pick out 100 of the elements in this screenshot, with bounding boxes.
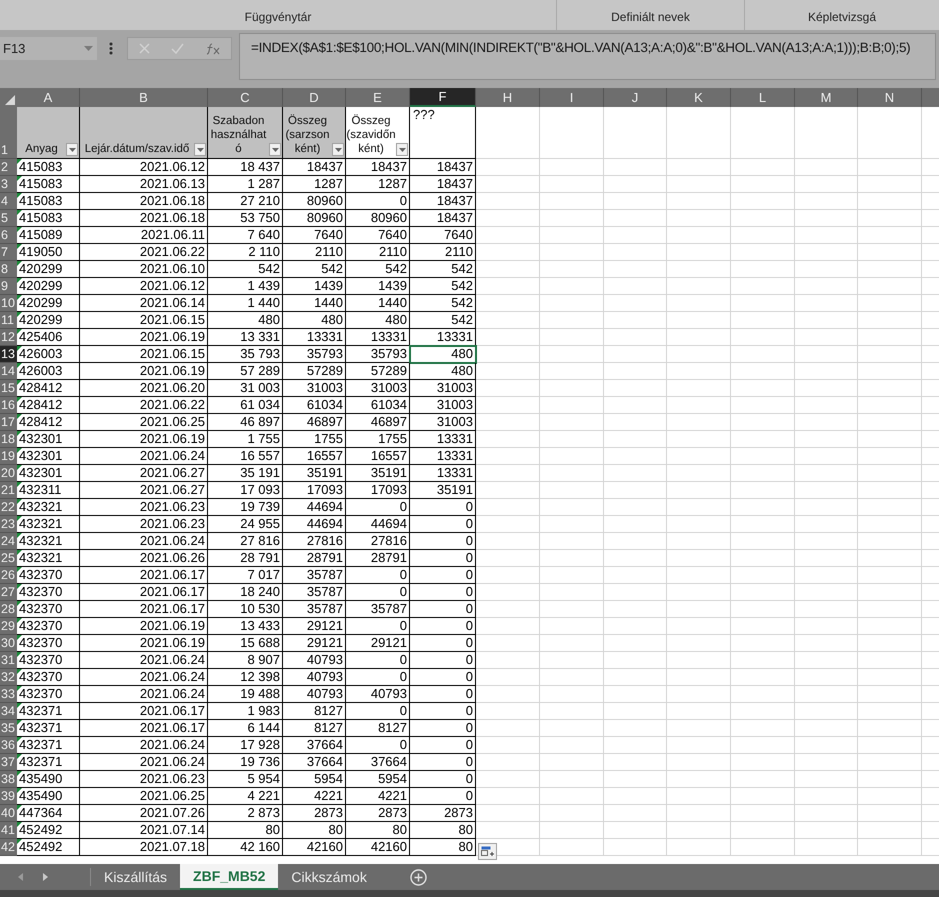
table-cell[interactable]: 37664	[283, 754, 346, 771]
filter-dropdown-button[interactable]	[66, 143, 78, 156]
table-cell[interactable]	[858, 499, 922, 516]
table-cell[interactable]: 18 437	[208, 159, 283, 176]
row-header[interactable]: 25	[0, 550, 17, 567]
scroll-left-icon[interactable]	[18, 873, 23, 881]
table-cell[interactable]: 542	[346, 261, 410, 278]
row-header[interactable]: 6	[0, 227, 17, 244]
table-cell[interactable]: 0	[346, 703, 410, 720]
table-cell[interactable]: 2873	[283, 805, 346, 822]
table-cell[interactable]	[858, 618, 922, 635]
table-cell[interactable]	[731, 686, 795, 703]
table-cell[interactable]: 0	[346, 618, 410, 635]
checkmark-icon[interactable]	[170, 43, 184, 54]
table-cell[interactable]	[731, 397, 795, 414]
table-cell[interactable]	[667, 482, 731, 499]
table-cell[interactable]: 35191	[410, 482, 476, 499]
table-cell[interactable]	[731, 516, 795, 533]
table-cell[interactable]: 2110	[283, 244, 346, 261]
table-cell[interactable]	[540, 261, 604, 278]
table-cell[interactable]	[604, 107, 667, 159]
table-cell[interactable]	[476, 737, 540, 754]
table-cell[interactable]: 2021.06.24	[80, 533, 208, 550]
table-cell[interactable]	[540, 686, 604, 703]
table-cell[interactable]	[604, 329, 667, 346]
table-cell[interactable]	[604, 261, 667, 278]
table-cell[interactable]	[667, 244, 731, 261]
table-cell[interactable]	[667, 159, 731, 176]
table-cell[interactable]	[604, 312, 667, 329]
table-cell[interactable]: 27816	[346, 533, 410, 550]
table-cell[interactable]	[540, 737, 604, 754]
row-header[interactable]: 33	[0, 686, 17, 703]
table-cell[interactable]	[795, 601, 858, 618]
table-cell[interactable]: 80	[410, 822, 476, 839]
table-cell[interactable]	[858, 720, 922, 737]
scroll-right-icon[interactable]	[43, 873, 48, 881]
table-cell[interactable]	[476, 380, 540, 397]
table-cell[interactable]	[604, 839, 667, 856]
table-cell[interactable]	[858, 737, 922, 754]
table-cell[interactable]: 42160	[346, 839, 410, 856]
table-cell[interactable]	[731, 346, 795, 363]
table-cell[interactable]	[795, 652, 858, 669]
paste-options-icon[interactable]	[478, 843, 497, 860]
table-cell[interactable]: 2021.06.24	[80, 737, 208, 754]
table-cell[interactable]: 2021.06.19	[80, 635, 208, 652]
table-cell[interactable]	[731, 176, 795, 193]
table-cell[interactable]: 0	[346, 584, 410, 601]
table-cell[interactable]	[540, 720, 604, 737]
table-cell[interactable]: 0	[410, 533, 476, 550]
table-cell[interactable]: 0	[410, 499, 476, 516]
insert-function-icon[interactable]	[204, 42, 220, 54]
table-cell[interactable]	[667, 703, 731, 720]
table-cell[interactable]	[476, 482, 540, 499]
table-cell[interactable]	[476, 107, 540, 159]
table-cell[interactable]: 2021.06.18	[80, 193, 208, 210]
table-cell[interactable]	[476, 499, 540, 516]
table-cell[interactable]: 2021.06.24	[80, 448, 208, 465]
table-cell[interactable]	[858, 363, 922, 380]
table-cell[interactable]	[795, 397, 858, 414]
table-cell[interactable]	[667, 363, 731, 380]
table-cell[interactable]	[667, 261, 731, 278]
table-cell[interactable]: 8127	[346, 720, 410, 737]
row-header[interactable]: 12	[0, 329, 17, 346]
table-cell[interactable]: 432371	[17, 737, 80, 754]
table-cell[interactable]	[858, 278, 922, 295]
table-cell[interactable]	[667, 533, 731, 550]
table-cell[interactable]: 0	[346, 193, 410, 210]
table-cell[interactable]	[540, 635, 604, 652]
table-cell[interactable]: 35191	[346, 465, 410, 482]
table-cell[interactable]: 12 398	[208, 669, 283, 686]
table-cell[interactable]: 2873	[410, 805, 476, 822]
table-cell[interactable]	[667, 822, 731, 839]
table-cell[interactable]: 480	[410, 363, 476, 380]
table-cell[interactable]	[731, 227, 795, 244]
table-cell[interactable]	[604, 771, 667, 788]
table-cell[interactable]	[731, 533, 795, 550]
row-header[interactable]: 14	[0, 363, 17, 380]
table-cell[interactable]	[476, 193, 540, 210]
table-cell[interactable]	[604, 567, 667, 584]
table-cell[interactable]	[731, 210, 795, 227]
table-cell[interactable]: 0	[346, 652, 410, 669]
table-cell[interactable]	[731, 754, 795, 771]
table-cell[interactable]	[540, 465, 604, 482]
table-cell[interactable]	[667, 550, 731, 567]
table-cell[interactable]: 2021.06.26	[80, 550, 208, 567]
table-cell[interactable]	[731, 482, 795, 499]
table-cell[interactable]	[604, 686, 667, 703]
table-cell[interactable]	[731, 107, 795, 159]
table-cell[interactable]: 57289	[283, 363, 346, 380]
table-cell[interactable]: 420299	[17, 278, 80, 295]
table-cell[interactable]	[540, 567, 604, 584]
table-cell[interactable]: 2021.06.12	[80, 159, 208, 176]
table-cell[interactable]	[540, 107, 604, 159]
table-cell[interactable]: 1439	[346, 278, 410, 295]
table-cell[interactable]	[476, 159, 540, 176]
table-cell[interactable]	[731, 159, 795, 176]
table-cell[interactable]	[667, 346, 731, 363]
table-cell[interactable]	[858, 533, 922, 550]
table-cell[interactable]: 6 144	[208, 720, 283, 737]
table-cell[interactable]	[476, 567, 540, 584]
